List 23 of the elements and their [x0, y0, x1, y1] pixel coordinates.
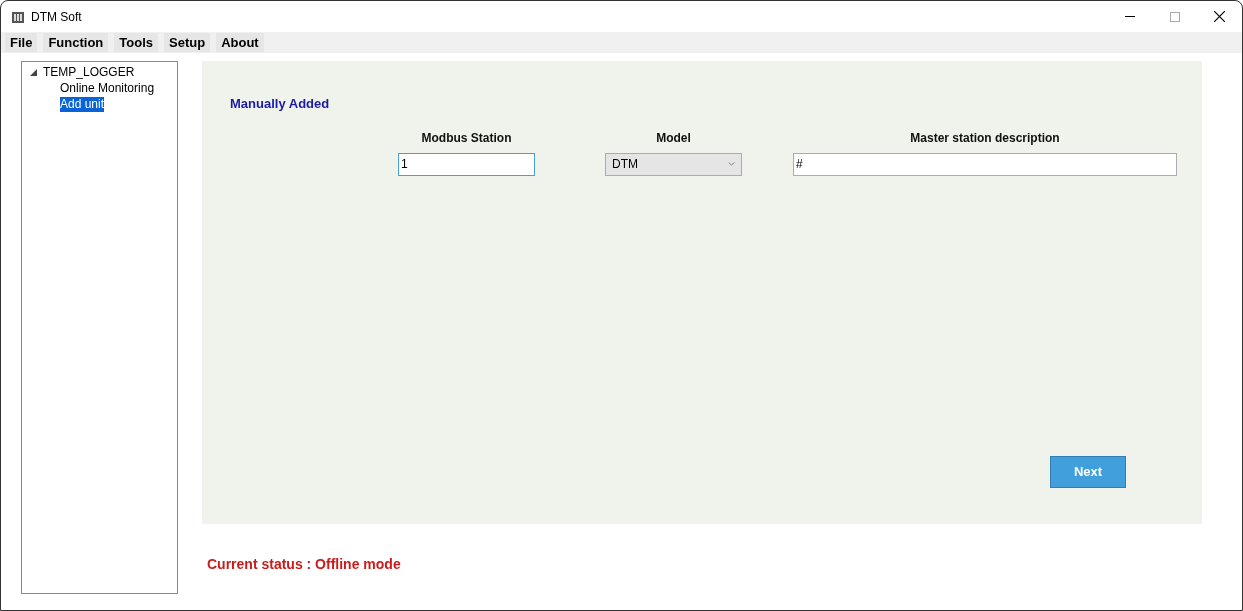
menu-item[interactable]: Function [43, 33, 109, 52]
field-label: Model [656, 129, 691, 144]
menu-item[interactable]: Setup [164, 33, 211, 52]
field-label: Master station description [910, 129, 1060, 144]
input-field[interactable]: # [793, 152, 1177, 176]
app-icon [11, 9, 25, 24]
menu-item[interactable]: About [216, 33, 264, 52]
status-text: Current status : Offline mode [207, 555, 402, 574]
menu-item[interactable]: Tools [114, 33, 158, 52]
chevron-down-icon [728, 162, 735, 166]
input-field[interactable]: 1 [398, 152, 535, 176]
tree-item[interactable]: TEMP_LOGGER [43, 64, 135, 80]
expanded-triangle-icon[interactable] [30, 68, 37, 76]
model-dropdown[interactable]: DTM [605, 152, 742, 176]
field-label: Modbus Station [421, 129, 512, 144]
menu-item[interactable]: File [5, 33, 38, 52]
maximize-icon [1169, 11, 1180, 22]
window-title: DTM Soft [31, 8, 82, 26]
section-heading: Manually Added [230, 95, 331, 113]
tree-item[interactable]: Online Monitoring [60, 80, 155, 96]
minimize-icon [1124, 16, 1135, 17]
tree-item[interactable]: Add unit [60, 96, 105, 112]
close-icon [1214, 11, 1225, 22]
